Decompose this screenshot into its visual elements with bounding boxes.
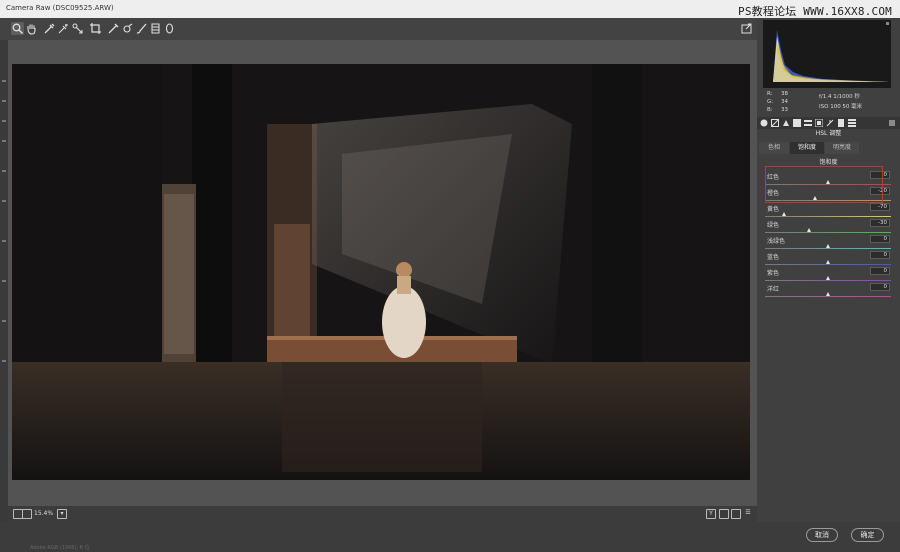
hand-tool-icon[interactable] [25, 22, 38, 35]
window-title: Camera Raw (DSC09525.ARW) [6, 4, 114, 12]
slider-label: 绿色 [767, 222, 780, 229]
slider-thumb[interactable] [826, 244, 830, 248]
slider-thumb[interactable] [807, 228, 812, 232]
basic-panel-icon[interactable] [760, 119, 768, 127]
status-bar: 15.4% ▾ Y ☰ [8, 506, 757, 522]
split-toning-icon[interactable] [804, 119, 812, 127]
r-label: R: [767, 91, 773, 97]
left-filmstrip-edge [0, 40, 8, 552]
graduated-filter-icon[interactable] [149, 22, 162, 35]
done-button[interactable]: 确定 [851, 528, 884, 542]
photo-preview[interactable] [12, 64, 750, 480]
slider-track[interactable] [765, 216, 891, 217]
zoom-level[interactable]: 15.4% [34, 510, 53, 517]
panel-icons [757, 117, 900, 129]
slider-green[interactable]: 绿色 -30 [765, 219, 891, 236]
slider-value[interactable]: -70 [870, 203, 890, 211]
slider-magenta[interactable]: 洋红 0 [765, 283, 891, 300]
camera-info: R: 38 G: 34 B: 33 f/1.4 1/1000 秒 ISO 100 50… [763, 90, 895, 116]
iso-focal: ISO 100 50 毫米 [819, 104, 863, 110]
open-preferences-icon[interactable] [740, 22, 753, 35]
b-value: 33 [781, 107, 788, 113]
hsl-tabs: 色相 饱和度 明亮度 [757, 142, 900, 154]
r-value: 38 [781, 91, 788, 97]
slider-value[interactable]: 0 [870, 267, 890, 275]
slider-thumb[interactable] [826, 260, 830, 264]
panel-menu-icon[interactable] [888, 119, 896, 127]
slider-track[interactable] [765, 264, 891, 265]
slider-label: 浅绿色 [767, 238, 786, 245]
detail-icon[interactable] [782, 119, 790, 127]
swap-settings-icon[interactable] [719, 509, 729, 519]
tone-curve-icon[interactable] [771, 119, 779, 127]
slider-track[interactable] [765, 296, 891, 297]
slider-label: 紫色 [767, 270, 780, 277]
aperture-shutter: f/1.4 1/1000 秒 [819, 94, 860, 100]
calibration-icon[interactable] [837, 119, 845, 127]
slider-thumb[interactable] [826, 292, 830, 296]
slider-blue[interactable]: 蓝色 0 [765, 251, 891, 268]
tool-bar [0, 18, 757, 40]
tab-hue[interactable]: 色相 [759, 142, 789, 154]
preview-canvas[interactable] [8, 40, 757, 506]
white-balance-icon[interactable] [43, 22, 56, 35]
spot-removal-icon[interactable] [121, 22, 134, 35]
highlight-box [765, 166, 883, 203]
slider-thumb[interactable] [826, 276, 830, 280]
lens-corrections-icon[interactable] [815, 119, 823, 127]
copy-settings-icon[interactable] [731, 509, 741, 519]
g-label: G: [767, 99, 774, 105]
title-bar: Camera Raw (DSC09525.ARW) PS教程论坛 WWW.16X… [0, 0, 900, 18]
b-label: B: [767, 107, 773, 113]
adjustment-brush-icon[interactable] [135, 22, 148, 35]
zoom-dropdown-icon[interactable]: ▾ [57, 509, 67, 519]
tab-saturation[interactable]: 饱和度 [790, 142, 824, 154]
slider-value[interactable]: 0 [870, 235, 890, 243]
straighten-icon[interactable] [107, 22, 120, 35]
slider-label: 黄色 [767, 206, 780, 213]
photo-image [12, 64, 750, 480]
preview-preferences-icon[interactable]: ☰ [743, 509, 753, 519]
right-panel: R: 38 G: 34 B: 33 f/1.4 1/1000 秒 ISO 100 50… [757, 18, 900, 522]
slider-track[interactable] [765, 248, 891, 249]
section-title: 饱和度 [819, 159, 838, 166]
cancel-button[interactable]: 取消 [806, 528, 838, 542]
slider-track[interactable] [765, 232, 891, 233]
view-mode-icon[interactable]: Y [706, 509, 716, 519]
zoom-tool-icon[interactable] [11, 22, 24, 35]
effects-icon[interactable] [826, 119, 834, 127]
slider-label: 洋红 [767, 286, 780, 293]
tab-luminance[interactable]: 明亮度 [825, 142, 859, 154]
histogram [763, 20, 891, 88]
slider-label: 蓝色 [767, 254, 780, 261]
color-sampler-icon[interactable] [57, 22, 70, 35]
hsl-icon[interactable] [793, 119, 801, 127]
slider-value[interactable]: -30 [870, 219, 890, 227]
slider-thumb[interactable] [781, 212, 786, 216]
targeted-adjustment-icon[interactable] [71, 22, 84, 35]
panel-title: HSL 调整 [815, 130, 842, 137]
watermark-text: PS教程论坛 WWW.16XX8.COM [738, 5, 892, 18]
slider-value[interactable]: 0 [870, 283, 890, 291]
presets-icon[interactable] [848, 119, 856, 127]
crop-icon[interactable] [89, 22, 102, 35]
slider-aqua[interactable]: 浅绿色 0 [765, 235, 891, 252]
slider-purple[interactable]: 紫色 0 [765, 267, 891, 284]
radial-filter-icon[interactable] [163, 22, 176, 35]
compare-toggle-icon[interactable] [22, 509, 32, 519]
bottom-bar: Adobe RGB (1998); 8 位 取消 确定 [0, 522, 900, 552]
slider-yellow[interactable]: 黄色 -70 [765, 203, 891, 220]
slider-value[interactable]: 0 [870, 251, 890, 259]
workflow-options-link[interactable]: Adobe RGB (1998); 8 位 [30, 544, 89, 551]
slider-track[interactable] [765, 280, 891, 281]
g-value: 34 [781, 99, 788, 105]
